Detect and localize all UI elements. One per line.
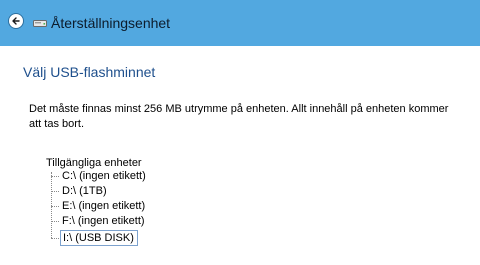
drive-item-label: F:\ (ingen etikett) <box>62 215 145 227</box>
content-area: Välj USB-flashminnet Det måste finnas mi… <box>0 46 480 265</box>
recovery-drive-window: Återställningsenhet Välj USB-flashminnet… <box>0 0 480 265</box>
titlebar: Återställningsenhet <box>0 0 480 46</box>
tree-connector-line <box>51 172 52 238</box>
back-button[interactable] <box>8 13 24 29</box>
tree-connector <box>51 191 59 192</box>
window-title: Återställningsenhet <box>51 15 171 31</box>
drive-icon <box>33 20 47 27</box>
drive-item-label: E:\ (ingen etikett) <box>62 200 146 212</box>
drive-item-label: C:\ (ingen etikett) <box>62 170 146 182</box>
tree-connector <box>51 206 59 207</box>
back-arrow-icon <box>12 17 20 25</box>
drive-item-label: D:\ (1TB) <box>62 185 107 197</box>
tree-connector <box>51 221 59 222</box>
description-text: Det måste finnas minst 256 MB utrymme på… <box>29 103 449 130</box>
drive-item-label: I:\ (USB DISK) <box>60 230 138 246</box>
tree-connector <box>51 238 59 239</box>
page-heading: Välj USB-flashminnet <box>23 64 156 80</box>
tree-connector <box>51 176 59 177</box>
available-drives-label: Tillgängliga enheter <box>46 157 142 169</box>
